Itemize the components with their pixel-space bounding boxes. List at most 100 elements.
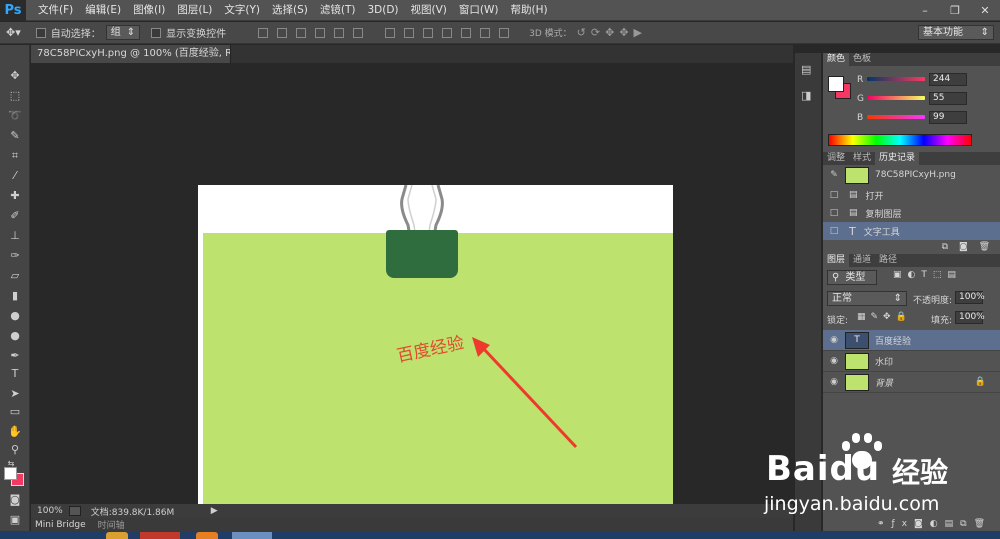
brush-tool-icon[interactable]: ✐	[6, 207, 24, 224]
close-button[interactable]: ✕	[970, 0, 1000, 21]
green-value[interactable]: 55	[929, 92, 967, 105]
tab-styles[interactable]: 样式	[849, 152, 875, 165]
gradient-tool-icon[interactable]: ▮	[6, 287, 24, 304]
workspace-dropdown[interactable]: 基本功能 ⇕	[918, 25, 994, 40]
canvas-area[interactable]: 百度经验	[31, 63, 793, 507]
healing-brush-tool-icon[interactable]: ✚	[6, 187, 24, 204]
distribute-right-icon[interactable]	[480, 27, 491, 38]
tab-mini-bridge[interactable]: Mini Bridge	[35, 520, 86, 530]
eyedropper-tool-icon[interactable]: ⁄	[6, 167, 24, 184]
align-right-icon[interactable]	[353, 27, 364, 38]
align-left-icon[interactable]	[315, 27, 326, 38]
menu-file[interactable]: 文件(F)	[32, 0, 79, 21]
minimize-button[interactable]: –	[910, 0, 940, 21]
align-hcenter-icon[interactable]	[334, 27, 345, 38]
opacity-field[interactable]: 100%	[955, 291, 985, 304]
history-item-active[interactable]: □ T 文字工具	[823, 222, 1000, 240]
hand-tool-icon[interactable]: ✋	[6, 423, 24, 440]
pen-tool-icon[interactable]: ✒	[6, 347, 24, 364]
quick-mask-icon[interactable]: ◙	[6, 491, 24, 508]
tab-history[interactable]: 历史记录	[875, 152, 920, 165]
auto-select-dropdown[interactable]: 组 ⇕	[105, 25, 141, 40]
color-spectrum[interactable]	[828, 134, 972, 146]
layer-filter-dropdown[interactable]: ⚲ 类型	[827, 270, 877, 285]
layer-row[interactable]: ◉ 水印	[823, 351, 1000, 372]
auto-align-icon[interactable]	[499, 27, 510, 38]
history-item[interactable]: □ ▤ 复制图层	[823, 204, 1000, 222]
history-brush-tool-icon[interactable]: ✑	[6, 247, 24, 264]
lasso-tool-icon[interactable]: ➰	[6, 107, 24, 124]
move-tool-icon[interactable]: ✥	[6, 67, 24, 84]
snapshot-camera-icon[interactable]: ◙	[959, 242, 968, 252]
tab-swatches[interactable]: 色板	[849, 53, 875, 66]
menu-help[interactable]: 帮助(H)	[505, 0, 554, 21]
type-tool-icon[interactable]: T	[6, 365, 24, 382]
history-snapshot[interactable]: ✎ 78C58PICxyH.png	[823, 166, 1000, 184]
menu-edit[interactable]: 编辑(E)	[79, 0, 127, 21]
history-item[interactable]: □ ▤ 打开	[823, 186, 1000, 204]
green-slider[interactable]	[867, 96, 925, 100]
menu-window[interactable]: 窗口(W)	[453, 0, 505, 21]
taskbar-app-icon[interactable]	[232, 532, 272, 539]
dodge-tool-icon[interactable]: ●	[6, 327, 24, 344]
blue-slider[interactable]	[867, 115, 925, 119]
status-menu-icon[interactable]	[68, 506, 81, 516]
taskbar-app-icon[interactable]	[106, 532, 128, 539]
path-select-tool-icon[interactable]: ➤	[6, 385, 24, 402]
distribute-vcenter-icon[interactable]	[404, 27, 415, 38]
menu-filter[interactable]: 滤镜(T)	[314, 0, 362, 21]
screen-mode-icon[interactable]: ▣	[6, 511, 24, 528]
menu-image[interactable]: 图像(I)	[127, 0, 171, 21]
eraser-tool-icon[interactable]: ▱	[6, 267, 24, 284]
taskbar-app-icon[interactable]	[140, 532, 180, 539]
lock-icons[interactable]: ▦✎✥🔒	[857, 312, 912, 322]
3d-scale-icon[interactable]: ▶	[634, 26, 642, 39]
crop-tool-icon[interactable]: ⌗	[6, 147, 24, 164]
visibility-eye-icon[interactable]: ◉	[827, 356, 841, 366]
tab-layers[interactable]: 图层	[823, 254, 850, 267]
menu-layer[interactable]: 图层(L)	[171, 0, 218, 21]
align-bottom-icon[interactable]	[296, 27, 307, 38]
fill-field[interactable]: 100%	[955, 311, 985, 324]
tab-adjustments[interactable]: 调整	[823, 152, 849, 165]
red-value[interactable]: 244	[929, 73, 967, 86]
move-tool-icon[interactable]: ✥▾	[6, 26, 21, 39]
red-slider[interactable]	[867, 77, 925, 81]
tab-paths[interactable]: 路径	[875, 254, 901, 267]
status-expand-icon[interactable]: ▶	[211, 506, 218, 516]
blur-tool-icon[interactable]: ●	[6, 307, 24, 324]
taskbar-app-icon[interactable]	[196, 532, 218, 539]
menu-select[interactable]: 选择(S)	[266, 0, 314, 21]
visibility-eye-icon[interactable]: ◉	[827, 335, 841, 345]
rectangle-tool-icon[interactable]: ▭	[6, 403, 24, 420]
foreground-color-swatch[interactable]	[4, 467, 17, 480]
clone-stamp-tool-icon[interactable]: ⊥	[6, 227, 24, 244]
properties-panel-icon[interactable]: ◨	[801, 89, 811, 102]
menu-view[interactable]: 视图(V)	[405, 0, 453, 21]
color-fg-swatch[interactable]	[828, 76, 844, 92]
zoom-level[interactable]: 100%	[31, 506, 69, 516]
layer-row[interactable]: ◉ T 百度经验	[823, 330, 1000, 351]
visibility-eye-icon[interactable]: ◉	[827, 377, 841, 387]
3d-pan-icon[interactable]: ✥	[605, 26, 614, 39]
tab-timeline[interactable]: 时间轴	[98, 518, 125, 531]
show-transform-checkbox[interactable]	[151, 27, 162, 38]
layer-filter-icons[interactable]: ▣◐T⬚▤	[893, 270, 962, 280]
blend-mode-dropdown[interactable]: 正常 ⇕	[827, 291, 907, 306]
distribute-hcenter-icon[interactable]	[461, 27, 472, 38]
tab-channels[interactable]: 通道	[849, 254, 875, 267]
distribute-top-icon[interactable]	[385, 27, 396, 38]
3d-rotate-icon[interactable]: ↺	[577, 26, 586, 39]
restore-button[interactable]: ❐	[940, 0, 970, 21]
new-document-icon[interactable]: ⧉	[942, 242, 948, 252]
tab-color[interactable]: 颜色	[823, 53, 850, 66]
document-tab[interactable]: 78C58PICxyH.png @ 100% (百度经验, RGB/8) *	[31, 45, 231, 63]
menu-type[interactable]: 文字(Y)	[218, 0, 266, 21]
distribute-bottom-icon[interactable]	[423, 27, 434, 38]
marquee-tool-icon[interactable]: ⬚	[6, 87, 24, 104]
3d-roll-icon[interactable]: ⟳	[591, 26, 600, 39]
distribute-left-icon[interactable]	[442, 27, 453, 38]
quick-select-tool-icon[interactable]: ✎	[6, 127, 24, 144]
document-canvas[interactable]: 百度经验	[198, 185, 673, 507]
trash-icon[interactable]: 🗑	[979, 242, 990, 252]
